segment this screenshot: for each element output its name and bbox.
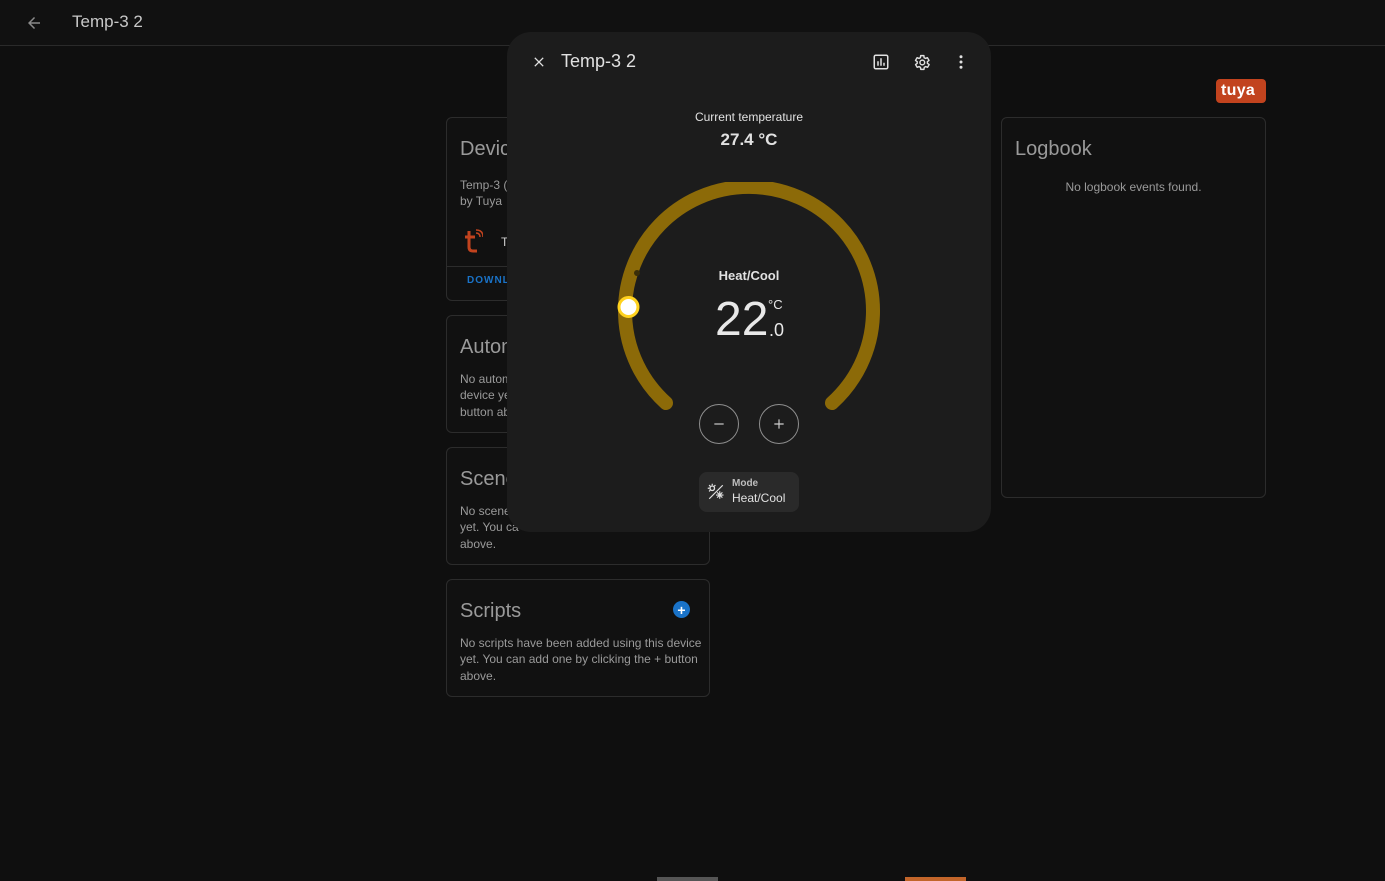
back-button[interactable]	[20, 9, 48, 37]
device-info-title: Devic	[460, 138, 511, 160]
arrow-left-icon	[28, 17, 40, 29]
scenes-empty-line: above.	[460, 537, 497, 551]
current-temperature-label: Current temperature	[694, 110, 804, 124]
gear-icon	[914, 54, 930, 70]
close-icon	[534, 57, 544, 67]
target-temperature-handle[interactable]	[617, 296, 640, 318]
scripts-title: Scripts	[460, 600, 522, 622]
automations-empty-line: device ye	[460, 388, 511, 402]
chart-box-icon	[873, 54, 889, 70]
plus-icon	[774, 419, 784, 429]
device-model: Temp-3 (	[460, 178, 508, 192]
history-button[interactable]	[869, 50, 893, 74]
hvac-mode-label: Heat/Cool	[718, 268, 780, 283]
bottom-scroll-indicator	[657, 877, 718, 881]
scripts-card: Scripts No scripts have been added using…	[446, 579, 710, 697]
scripts-empty-line: No scripts have been added using this de…	[460, 636, 702, 650]
scripts-empty-line: yet. You can add one by clicking the + b…	[460, 652, 698, 666]
device-manufacturer: by Tuya	[460, 194, 503, 208]
increase-temperature-button[interactable]	[759, 404, 799, 444]
scenes-empty-line: yet. You ca	[460, 520, 519, 534]
page-title: Temp-3 2	[72, 12, 143, 31]
automations-empty-line: button ab	[460, 405, 511, 419]
tuya-integration-icon	[465, 229, 483, 253]
scripts-empty-line: above.	[460, 669, 497, 683]
logbook-empty-text: No logbook events found.	[1065, 180, 1202, 194]
decrease-temperature-button[interactable]	[699, 404, 739, 444]
minus-icon	[714, 423, 724, 425]
target-temperature-decimal: .0	[769, 320, 785, 340]
dialog-title: Temp-3 2	[561, 51, 637, 71]
add-script-button[interactable]: +	[673, 601, 690, 618]
automations-empty-line: No autom	[460, 372, 513, 386]
sun-snowflake-icon	[707, 483, 724, 500]
mode-select-label: Mode	[732, 478, 759, 489]
settings-button[interactable]	[909, 50, 933, 74]
target-temperature-integer: 22	[715, 293, 769, 346]
logbook-title: Logbook	[1015, 138, 1092, 160]
scenes-empty-line: No scene	[460, 504, 511, 518]
plus-icon: +	[677, 601, 686, 618]
mode-select[interactable]: Mode Heat/Cool	[699, 472, 799, 512]
current-temperature-value: 27.4 °C	[720, 130, 778, 149]
logbook-card: Logbook No logbook events found.	[1001, 117, 1266, 498]
mode-select-value: Heat/Cool	[732, 491, 786, 505]
dots-vertical-icon	[959, 55, 963, 69]
climate-more-info-dialog: Temp-3 2 Current temperature 27.4 °C Hea…	[507, 32, 991, 532]
close-button[interactable]	[527, 50, 551, 74]
download-diagnostics-button[interactable]: DOWNL	[467, 275, 510, 286]
more-options-button[interactable]	[949, 50, 973, 74]
tuya-logo: tuya	[1216, 79, 1266, 103]
target-temperature-unit: °C	[768, 297, 783, 312]
bottom-accent-indicator	[905, 877, 966, 881]
